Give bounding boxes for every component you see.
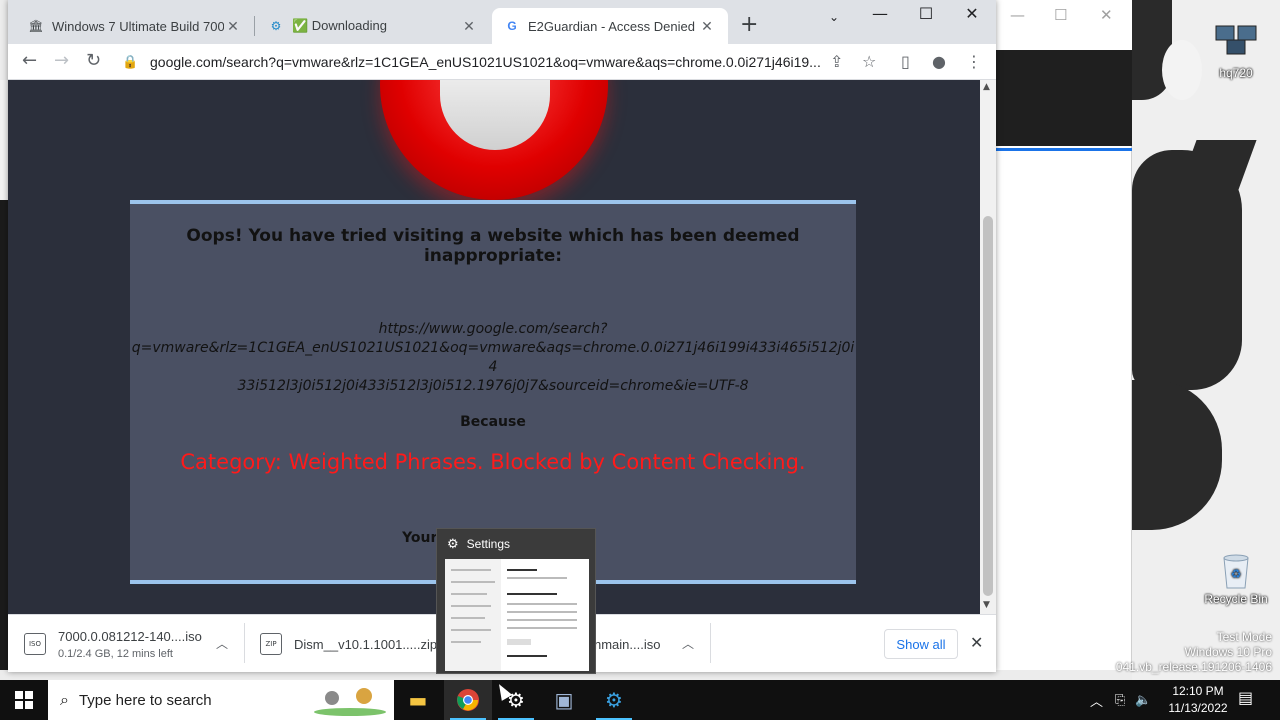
- blocked-url: https://www.google.com/search? q=vmware&…: [131, 321, 855, 394]
- search-placeholder: Type here to search: [78, 691, 212, 709]
- clock-time: 12:10 PM: [1172, 684, 1224, 698]
- minimize-icon[interactable]: —: [1010, 6, 1025, 24]
- desktop-icon-label: hq720: [1219, 66, 1253, 80]
- museum-icon: 🏛: [28, 19, 44, 33]
- desktop-wallpaper: hq720 ♻ Recycle Bin: [1132, 0, 1280, 720]
- preview-title: ⚙ Settings: [447, 536, 510, 552]
- because-label: Because: [460, 414, 526, 430]
- side-panel-icon[interactable]: ▯: [901, 52, 910, 71]
- maximize-icon[interactable]: ☐: [903, 4, 949, 23]
- tab-title: ✅ Downloading: [292, 18, 387, 33]
- gears-icon: ⚙: [605, 688, 623, 712]
- background-window[interactable]: — ☐ ✕: [996, 0, 1132, 670]
- close-shelf-icon[interactable]: ✕: [970, 633, 983, 652]
- download-name: 7000.0.081212-140....iso: [58, 628, 202, 644]
- lock-icon: 🔒: [122, 54, 139, 70]
- tab-e2guardian[interactable]: G E2Guardian - Access Denied ✕: [492, 8, 728, 44]
- e2guardian-logo: [380, 80, 608, 200]
- tab-title: E2Guardian - Access Denied: [528, 18, 695, 34]
- watermark-line: 041.vb_release.191206-1406: [1115, 660, 1272, 674]
- address-bar[interactable]: 🔒 google.com/search?q=vmware&rlz=1C1GEA_…: [116, 47, 836, 77]
- chrome-icon: [457, 689, 479, 711]
- bookmark-star-icon[interactable]: ☆: [862, 52, 876, 71]
- chevron-up-icon[interactable]: ︿: [1090, 691, 1103, 710]
- search-highlight-illustration: [312, 684, 388, 716]
- address-bar-url: google.com/search?q=vmware&rlz=1C1GEA_en…: [150, 54, 821, 70]
- tab-strip: 🏛 Windows 7 Ultimate Build 7000 ✕ ⚙ ✅ Do…: [8, 0, 996, 44]
- network-icon[interactable]: ⎘: [1115, 693, 1125, 708]
- google-icon: G: [507, 19, 517, 33]
- test-mode-watermark: Test Mode Windows 10 Pro 041.vb_release.…: [1116, 630, 1272, 675]
- chevron-up-icon[interactable]: ︿: [216, 635, 228, 652]
- profile-icon[interactable]: ●: [932, 52, 946, 71]
- computer-icon: [1214, 22, 1258, 62]
- zip-file-icon: ZIP: [260, 633, 282, 655]
- browser-toolbar: ← → ↻ 🔒 google.com/search?q=vmware&rlz=1…: [8, 44, 996, 80]
- preview-title-text: Settings: [466, 537, 511, 551]
- taskbar-search-box[interactable]: ⌕ Type here to search: [48, 680, 394, 720]
- network-app-taskbar-button[interactable]: ▣: [540, 680, 588, 720]
- maximize-icon[interactable]: ☐: [1054, 6, 1067, 24]
- download-item[interactable]: ISO 7000.0.081212-140....iso 0.1/2.4 GB,…: [24, 623, 228, 665]
- system-tray: ︿ ⎘ 🔈: [1090, 680, 1152, 720]
- recycle-bin-icon: ♻: [1214, 548, 1258, 589]
- settings-taskbar-preview[interactable]: ⚙ Settings: [436, 528, 596, 674]
- back-icon[interactable]: ←: [22, 50, 37, 71]
- taskbar-clock[interactable]: 12:10 PM 11/13/2022: [1160, 683, 1236, 717]
- desktop-icon-recycle-bin[interactable]: ♻ Recycle Bin: [1196, 548, 1276, 606]
- windows-logo-icon: [15, 691, 33, 709]
- download-name: Dism__v10.1.1001.....zip: [294, 636, 438, 652]
- chevron-up-icon[interactable]: ︿: [682, 635, 694, 652]
- watermark-line: Test Mode: [1216, 630, 1272, 644]
- svg-text:♻: ♻: [1231, 567, 1242, 581]
- download-item[interactable]: nmain....iso ︿: [594, 623, 694, 665]
- taskbar: ⌕ Type here to search ▬ ⚙ ▣ ⚙ ︿ ⎘ 🔈 12:1…: [0, 680, 1280, 720]
- tab-search-icon[interactable]: ⌄: [811, 10, 857, 24]
- tab-title: Windows 7 Ultimate Build 7000: [52, 18, 224, 34]
- minimize-icon[interactable]: —: [857, 4, 903, 23]
- close-window-icon[interactable]: ✕: [949, 4, 995, 23]
- menu-icon[interactable]: ⋮: [966, 52, 982, 71]
- scrollbar-thumb[interactable]: [983, 216, 993, 596]
- download-name: nmain....iso: [594, 636, 661, 652]
- chrome-taskbar-button[interactable]: [444, 680, 492, 720]
- download-status: 0.1/2.4 GB, 12 mins left: [58, 647, 173, 660]
- desktop-icon-label: Recycle Bin: [1204, 592, 1268, 606]
- search-icon: ⌕: [60, 690, 69, 709]
- close-tab-icon[interactable]: ✕: [460, 18, 478, 35]
- page-scrollbar[interactable]: ▲ ▼: [980, 80, 996, 614]
- tab-downloading[interactable]: ⚙ ✅ Downloading ✕: [256, 8, 490, 44]
- gear-icon: ⚙: [270, 19, 282, 33]
- folder-icon: ▬: [408, 688, 428, 712]
- iso-file-icon: ISO: [24, 633, 46, 655]
- close-icon[interactable]: ✕: [1100, 6, 1113, 24]
- watermark-line: Windows 10 Pro: [1184, 645, 1272, 659]
- monitor-icon: ▣: [554, 688, 574, 712]
- scroll-up-icon[interactable]: ▲: [983, 82, 990, 92]
- forward-icon[interactable]: →: [54, 50, 69, 71]
- access-denied-panel: Oops! You have tried visiting a website …: [130, 200, 856, 584]
- page-headline: Oops! You have tried visiting a website …: [186, 226, 800, 266]
- reload-icon[interactable]: ↻: [86, 50, 101, 71]
- notification-icon[interactable]: ▤: [1238, 688, 1253, 707]
- left-desktop-strip: [0, 80, 8, 670]
- download-app-taskbar-button[interactable]: ⚙: [590, 680, 638, 720]
- download-item[interactable]: ZIP Dism__v10.1.1001.....zip: [260, 623, 437, 665]
- share-icon[interactable]: ⇪: [830, 52, 843, 71]
- scroll-down-icon[interactable]: ▼: [983, 600, 990, 610]
- volume-icon[interactable]: 🔈: [1135, 693, 1151, 708]
- start-button[interactable]: [0, 680, 48, 720]
- close-tab-icon[interactable]: ✕: [698, 18, 716, 35]
- close-tab-icon[interactable]: ✕: [224, 18, 242, 35]
- settings-preview-image: [445, 559, 589, 671]
- desktop-icon-hq720[interactable]: hq720: [1196, 22, 1276, 80]
- gear-icon: ⚙: [447, 536, 459, 551]
- tab-windows-7[interactable]: 🏛 Windows 7 Ultimate Build 7000 ✕: [16, 8, 254, 44]
- new-tab-button[interactable]: +: [740, 12, 758, 37]
- show-all-button[interactable]: Show all: [884, 629, 958, 659]
- file-explorer-taskbar-button[interactable]: ▬: [394, 680, 442, 720]
- clock-date: 11/13/2022: [1168, 701, 1228, 715]
- block-category: Category: Weighted Phrases. Blocked by C…: [180, 450, 806, 474]
